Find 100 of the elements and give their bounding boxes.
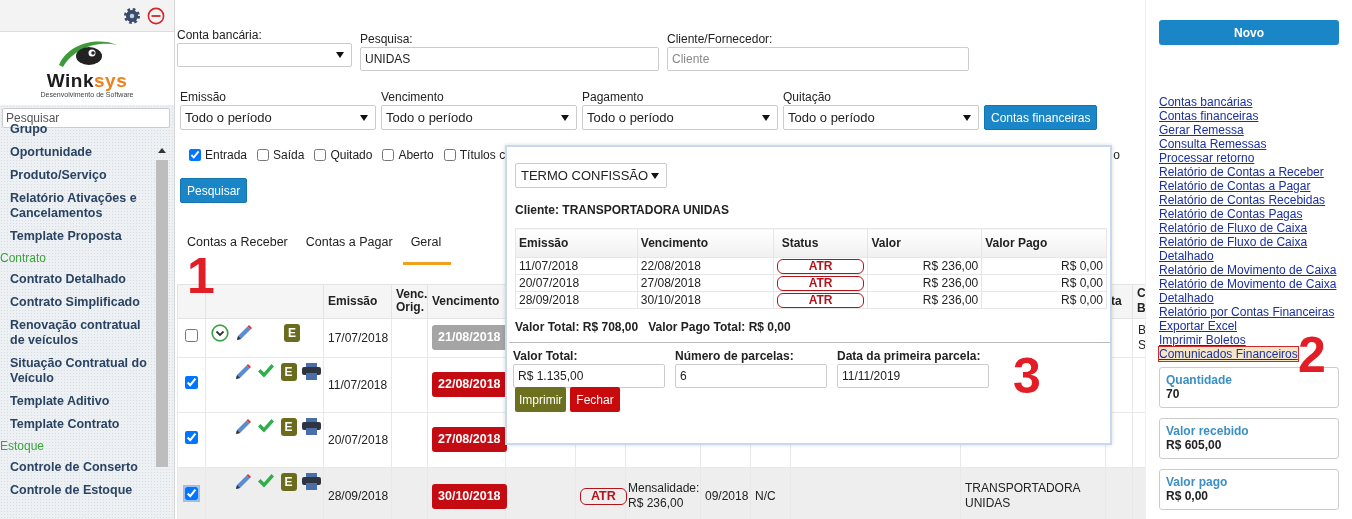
print-button[interactable]: Imprimir [515,387,567,412]
period-select[interactable]: Todo o período [381,105,577,130]
link[interactable]: Consulta Remessas [1159,137,1341,151]
nc-text: N/C [755,489,776,504]
link[interactable]: Relatório de Contas a Pagar [1159,179,1341,193]
link[interactable]: Relatório de Contas Pagas [1159,207,1341,221]
link[interactable]: Gerar Remessa [1159,123,1341,137]
menu-item[interactable]: Situação Contratual do Veículo [0,353,155,389]
new-button[interactable]: Novo [1159,20,1339,45]
status-badge: ATR [776,292,865,308]
link[interactable]: Contas bancárias [1159,95,1341,109]
check-icon[interactable] [256,472,275,489]
letter-badge[interactable]: E [284,323,300,342]
menu-item[interactable]: Produto/Serviço [0,165,155,186]
date-text: 17/07/2018 [328,330,389,345]
table-cell: 28/09/2018 [515,291,638,309]
scrollbar[interactable] [156,148,168,468]
row-checkbox[interactable] [185,430,198,444]
column-header: Venc. Orig. [391,284,428,319]
pencil-icon[interactable] [233,417,252,436]
link[interactable]: Relatório de Movimento de Caixa [1159,263,1341,277]
link[interactable]: Relatório de Contas Recebidas [1159,193,1341,207]
input-field[interactable]: R$ 1.135,00 [513,364,665,388]
pencil-icon[interactable] [233,362,252,381]
tab[interactable]: Contas a Pagar [297,231,403,265]
field-label: Quitação [783,90,833,104]
printer-icon[interactable] [302,417,321,435]
input-field[interactable]: UNIDAS [360,47,659,71]
due-date-badge: 27/08/2018 [432,427,507,453]
menu-item[interactable]: Oportunidade [0,142,155,163]
link[interactable]: Contas financeiras [1159,109,1341,123]
period-select[interactable]: Todo o período [180,105,376,130]
table-cell: R$ 236,00 [867,291,982,309]
input-field[interactable]: 6 [675,364,827,388]
row-checkbox[interactable] [185,375,198,389]
input-field[interactable]: 11/11/2019 [837,364,989,388]
column-header: Valor [867,228,982,258]
accounts-button[interactable]: Contas financeiras [984,105,1098,130]
pencil-icon[interactable] [235,323,253,342]
close-button[interactable]: Fechar [570,387,620,412]
table-cell: 20/07/2018 [515,274,638,292]
link[interactable]: Exportar Excel [1159,319,1341,333]
menu-item[interactable]: Contrato Detalhado [0,269,155,290]
table-cell: R$ 0,00 [981,274,1107,292]
annotation-number: 2 [1298,330,1326,380]
link[interactable]: Relatório de Fluxo de Caixa Detalhado [1159,235,1341,263]
field-label: Pagamento [582,90,645,104]
stat-value: 70 [1166,387,1181,401]
link[interactable]: Relatório por Contas Financeiras [1159,305,1341,319]
menu-item[interactable]: Template Contrato [0,414,155,435]
due-date-badge: 22/08/2018 [432,372,507,398]
period-select[interactable]: Todo o período [783,105,979,130]
letter-badge[interactable]: E [280,362,297,381]
checkbox[interactable] [314,149,327,161]
template-select[interactable]: TERMO CONFISSÃO [515,163,667,188]
menu-item[interactable]: Template Aditivo [0,391,155,412]
checkbox[interactable] [382,149,395,161]
row-checkbox[interactable] [185,328,198,342]
row-checkbox[interactable] [185,487,198,501]
input-field[interactable]: Cliente [667,47,969,71]
printer-icon[interactable] [302,362,321,380]
link[interactable]: Processar retorno [1159,151,1341,165]
menu-item[interactable]: Renovação contratual de veículos [0,315,155,351]
pencil-icon[interactable] [233,472,252,491]
date-text: 11/07/2018 [328,377,388,392]
letter-badge[interactable]: E [280,472,297,491]
check-icon[interactable] [256,417,275,434]
checkbox[interactable] [257,149,270,161]
letter-badge[interactable]: E [280,417,297,436]
client-text: TRANSPORTADORA UNIDAS [965,481,1080,511]
link[interactable]: Comunicados Financeiros [1159,347,1298,361]
description-text: Mensalidade: R$ 236,00 [628,481,700,511]
menu-section: Estoque [0,437,155,457]
settings-icon[interactable] [123,6,141,25]
checkbox-label: Aberto [398,147,434,164]
menu-item[interactable]: Template Proposta [0,226,155,247]
field-label: Data da primeira parcela: [837,349,982,363]
period-select[interactable]: Todo o período [582,105,778,130]
search-button[interactable]: Pesquisar [180,178,248,203]
link[interactable]: Relatório de Fluxo de Caixa [1159,221,1341,235]
printer-icon[interactable] [302,472,321,490]
checkbox[interactable] [443,149,456,161]
link[interactable]: Relatório de Movimento de Caixa Detalhado [1159,277,1341,305]
checkbox-label: Títulos c [459,147,506,164]
column-header: Emissão [323,284,392,319]
menu-item[interactable]: Controle de Conserto [0,457,155,478]
field-label: Valor Total: [513,349,579,363]
check-icon[interactable] [256,362,275,379]
total-text: Valor Pago Total: R$ 0,00 [648,319,791,336]
date-text: 20/07/2018 [328,432,389,447]
checkbox[interactable] [189,149,201,161]
menu-item[interactable]: Controle de Estoque [0,480,155,501]
menu-item[interactable]: Contrato Simplificado [0,292,155,313]
minus-circle-icon[interactable] [147,6,165,25]
menu-item[interactable]: Relatório Ativações e Cancelamentos [0,188,155,224]
link[interactable]: Relatório de Contas a Receber [1159,165,1341,179]
due-date-badge: 21/08/2018 [432,325,507,351]
chevron-circle-icon[interactable] [211,323,229,342]
tab[interactable]: Geral [402,231,452,265]
stat-label: Valor recebido [1166,424,1250,438]
